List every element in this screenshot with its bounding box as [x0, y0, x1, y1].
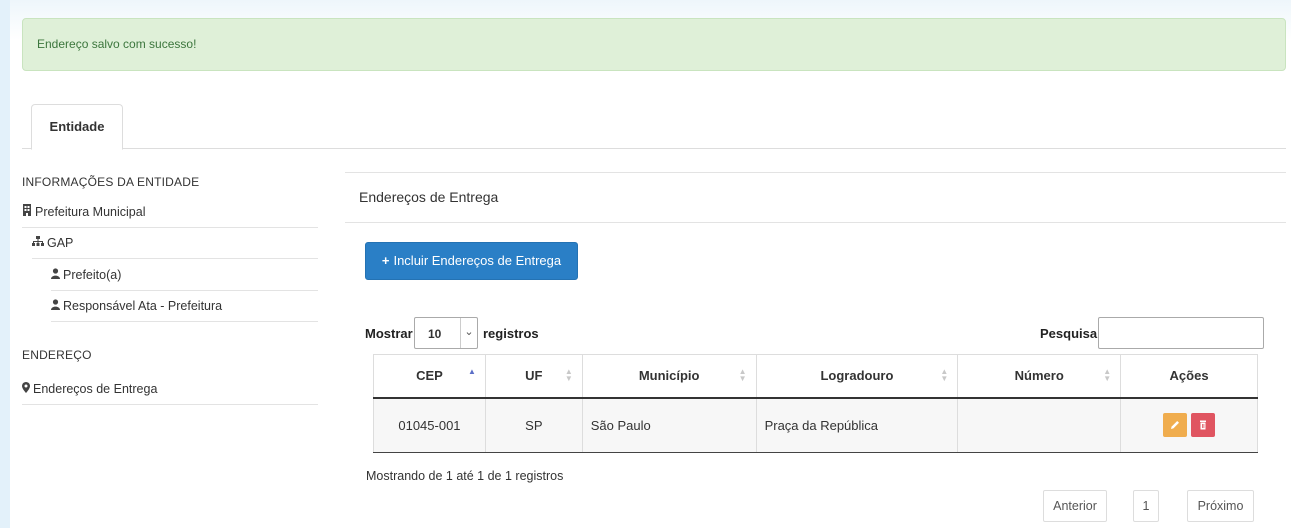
column-header-uf[interactable]: UF ▲ ▼ — [484, 354, 583, 399]
sidebar-item-label: Prefeitura Municipal — [35, 205, 146, 219]
sidebar-item-label: GAP — [47, 236, 74, 250]
sort-icon: ▲ ▼ — [940, 367, 949, 383]
sidebar-item-label: Endereços de Entrega — [33, 382, 158, 396]
sort-asc-icon: ▲ — [467, 367, 476, 376]
edit-button[interactable] — [1163, 413, 1188, 438]
length-prefix-label: Mostrar — [365, 326, 413, 341]
column-header-acoes: Ações — [1120, 354, 1258, 399]
building-icon — [22, 199, 32, 228]
sort-icon: ▲ ▼ — [738, 367, 747, 383]
chevron-down-icon: ⌄ — [460, 318, 477, 348]
column-header-cep[interactable]: CEP ▲ — [373, 354, 486, 399]
sidebar-item-responsavel-ata[interactable]: Responsável Ata - Prefeitura — [51, 292, 318, 322]
pagination-next-button[interactable]: Próximo — [1187, 490, 1254, 522]
cell-uf: SP — [484, 397, 583, 453]
length-suffix-label: registros — [483, 326, 539, 341]
search-input[interactable] — [1098, 317, 1264, 349]
sidebar-item-prefeito[interactable]: Prefeito(a) — [51, 261, 318, 291]
cell-numero — [957, 397, 1122, 453]
pagination-previous-button[interactable]: Anterior — [1043, 490, 1107, 522]
sidebar-item-enderecos-entrega[interactable]: Endereços de Entrega — [22, 375, 318, 405]
tab-bar: Entidade — [22, 104, 1286, 150]
addresses-table: CEP ▲ UF ▲ ▼ Município ▲ ▼ Logradouro ▲ ▼ Númer… — [373, 354, 1258, 453]
add-address-button-label: Incluir Endereços de Entrega — [393, 253, 562, 268]
plus-icon: + — [381, 253, 390, 268]
trash-icon — [1200, 420, 1207, 430]
sitemap-icon — [32, 230, 44, 259]
pencil-icon — [1171, 421, 1180, 430]
cell-logradouro: Praça da República — [755, 397, 959, 453]
sidebar-item-label: Responsável Ata - Prefeitura — [63, 299, 223, 313]
add-address-button[interactable]: + Incluir Endereços de Entrega — [365, 242, 578, 280]
pagination-page-button[interactable]: 1 — [1133, 490, 1159, 522]
sidebar-item-label: Prefeito(a) — [63, 268, 122, 282]
cell-municipio: São Paulo — [581, 397, 757, 453]
tab-entidade[interactable]: Entidade — [31, 104, 123, 150]
column-header-municipio[interactable]: Município ▲ ▼ — [581, 354, 757, 399]
table-row: 01045-001 SP São Paulo Praça da Repúblic… — [373, 397, 1258, 453]
map-marker-icon — [22, 376, 30, 405]
page-length-select[interactable]: 10 ⌄ — [414, 317, 478, 349]
column-header-logradouro[interactable]: Logradouro ▲ ▼ — [755, 354, 959, 399]
search-label: Pesquisar — [1040, 326, 1103, 341]
sidebar-section-entity-title: INFORMAÇÕES DA ENTIDADE — [22, 175, 200, 189]
success-alert: Endereço salvo com sucesso! — [22, 18, 1286, 71]
table-info: Mostrando de 1 até 1 de 1 registros — [366, 469, 564, 483]
cell-cep: 01045-001 — [373, 397, 486, 453]
user-icon — [51, 262, 60, 291]
user-icon — [51, 293, 60, 322]
sort-icon: ▲ ▼ — [1103, 367, 1112, 383]
table-header-row: CEP ▲ UF ▲ ▼ Município ▲ ▼ Logradouro ▲ ▼ Númer… — [373, 354, 1258, 399]
panel-title: Endereços de Entrega — [345, 172, 1286, 223]
column-header-numero[interactable]: Número ▲ ▼ — [957, 354, 1122, 399]
cell-acoes — [1120, 397, 1258, 453]
sidebar-section-address-title: ENDEREÇO — [22, 348, 92, 362]
sidebar-item-prefeitura[interactable]: Prefeitura Municipal — [22, 198, 318, 228]
page-length-value: 10 — [428, 327, 442, 341]
sidebar-item-gap[interactable]: GAP — [32, 229, 318, 259]
delete-button[interactable] — [1191, 413, 1216, 438]
page: Endereço salvo com sucesso! Entidade INF… — [0, 0, 1291, 528]
sort-icon: ▲ ▼ — [564, 367, 573, 383]
